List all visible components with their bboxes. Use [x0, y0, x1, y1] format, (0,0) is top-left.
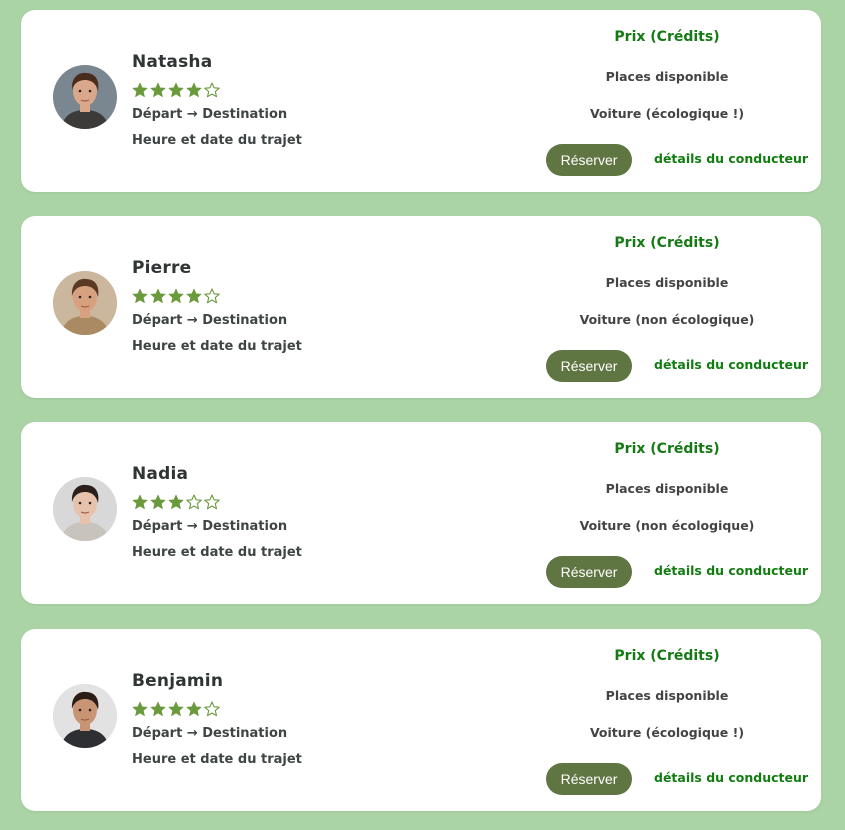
ride-price: Prix (Crédits) [614, 648, 720, 664]
vehicle-type: Voiture (non écologique) [579, 312, 755, 327]
driver-name: Nadia [132, 464, 189, 484]
ride-route: Départ → Destination [132, 519, 288, 534]
book-button[interactable]: Réserver [546, 144, 632, 176]
star-outline-icon [204, 494, 220, 510]
vehicle-type: Voiture (non écologique) [579, 518, 755, 533]
driver-details-link[interactable]: détails du conducteur [654, 357, 808, 372]
driver-details-link[interactable]: détails du conducteur [654, 563, 808, 578]
ride-datetime: Heure et date du trajet [132, 339, 302, 354]
star-filled-icon [150, 701, 166, 716]
available-seats: Places disponible [605, 688, 729, 703]
available-seats: Places disponible [605, 69, 729, 84]
driver-rating [132, 82, 220, 98]
driver-rating [132, 288, 220, 304]
book-button[interactable]: Réserver [546, 763, 632, 795]
ride-card: Nadia Départ → Destination Heure et date… [21, 422, 821, 604]
star-filled-icon [168, 288, 184, 303]
ride-price: Prix (Crédits) [614, 235, 720, 251]
ride-list: Natasha Départ → Destination Heure et da… [0, 0, 845, 830]
star-filled-icon [132, 288, 148, 303]
driver-name: Benjamin [132, 671, 224, 691]
star-filled-icon [132, 494, 148, 509]
star-outline-icon [204, 288, 220, 304]
star-outline-icon [204, 701, 220, 717]
ride-card: Benjamin Départ → Destination Heure et d… [21, 629, 821, 811]
star-filled-icon [150, 494, 166, 509]
driver-avatar [53, 477, 117, 541]
star-filled-icon [186, 288, 202, 303]
star-filled-icon [168, 82, 184, 97]
driver-rating [132, 494, 220, 510]
ride-card: Natasha Départ → Destination Heure et da… [21, 10, 821, 192]
driver-avatar [53, 271, 117, 335]
driver-avatar [53, 65, 117, 129]
available-seats: Places disponible [605, 481, 729, 496]
ride-price: Prix (Crédits) [614, 29, 720, 45]
driver-details-link[interactable]: détails du conducteur [654, 151, 808, 166]
ride-price: Prix (Crédits) [614, 441, 720, 457]
ride-route: Départ → Destination [132, 107, 288, 122]
star-filled-icon [132, 82, 148, 97]
ride-datetime: Heure et date du trajet [132, 133, 302, 148]
driver-rating [132, 701, 220, 717]
star-filled-icon [186, 82, 202, 97]
star-filled-icon [168, 701, 184, 716]
star-filled-icon [150, 82, 166, 97]
star-filled-icon [132, 701, 148, 716]
star-outline-icon [204, 82, 220, 98]
driver-name: Natasha [132, 52, 213, 72]
available-seats: Places disponible [605, 275, 729, 290]
driver-avatar [53, 684, 117, 748]
vehicle-type: Voiture (écologique !) [589, 106, 745, 121]
star-filled-icon [168, 494, 184, 509]
driver-details-link[interactable]: détails du conducteur [654, 770, 808, 785]
star-filled-icon [150, 288, 166, 303]
book-button[interactable]: Réserver [546, 350, 632, 382]
star-outline-icon [186, 494, 202, 510]
ride-datetime: Heure et date du trajet [132, 545, 302, 560]
ride-route: Départ → Destination [132, 313, 288, 328]
ride-route: Départ → Destination [132, 726, 288, 741]
vehicle-type: Voiture (écologique !) [589, 725, 745, 740]
ride-datetime: Heure et date du trajet [132, 752, 302, 767]
star-filled-icon [186, 701, 202, 716]
ride-card: Pierre Départ → Destination Heure et dat… [21, 216, 821, 398]
driver-name: Pierre [132, 258, 192, 278]
book-button[interactable]: Réserver [546, 556, 632, 588]
